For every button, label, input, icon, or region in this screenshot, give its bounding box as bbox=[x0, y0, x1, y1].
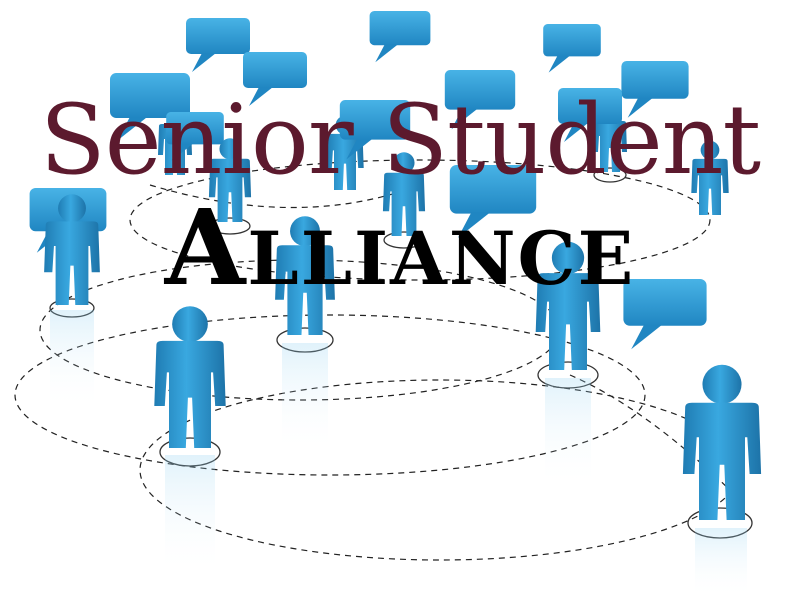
reflections bbox=[50, 310, 747, 598]
title-alliance: Alliance bbox=[164, 186, 636, 309]
title-senior-student: Senior Student bbox=[39, 84, 761, 196]
banner: Senior Student Alliance bbox=[0, 0, 800, 600]
